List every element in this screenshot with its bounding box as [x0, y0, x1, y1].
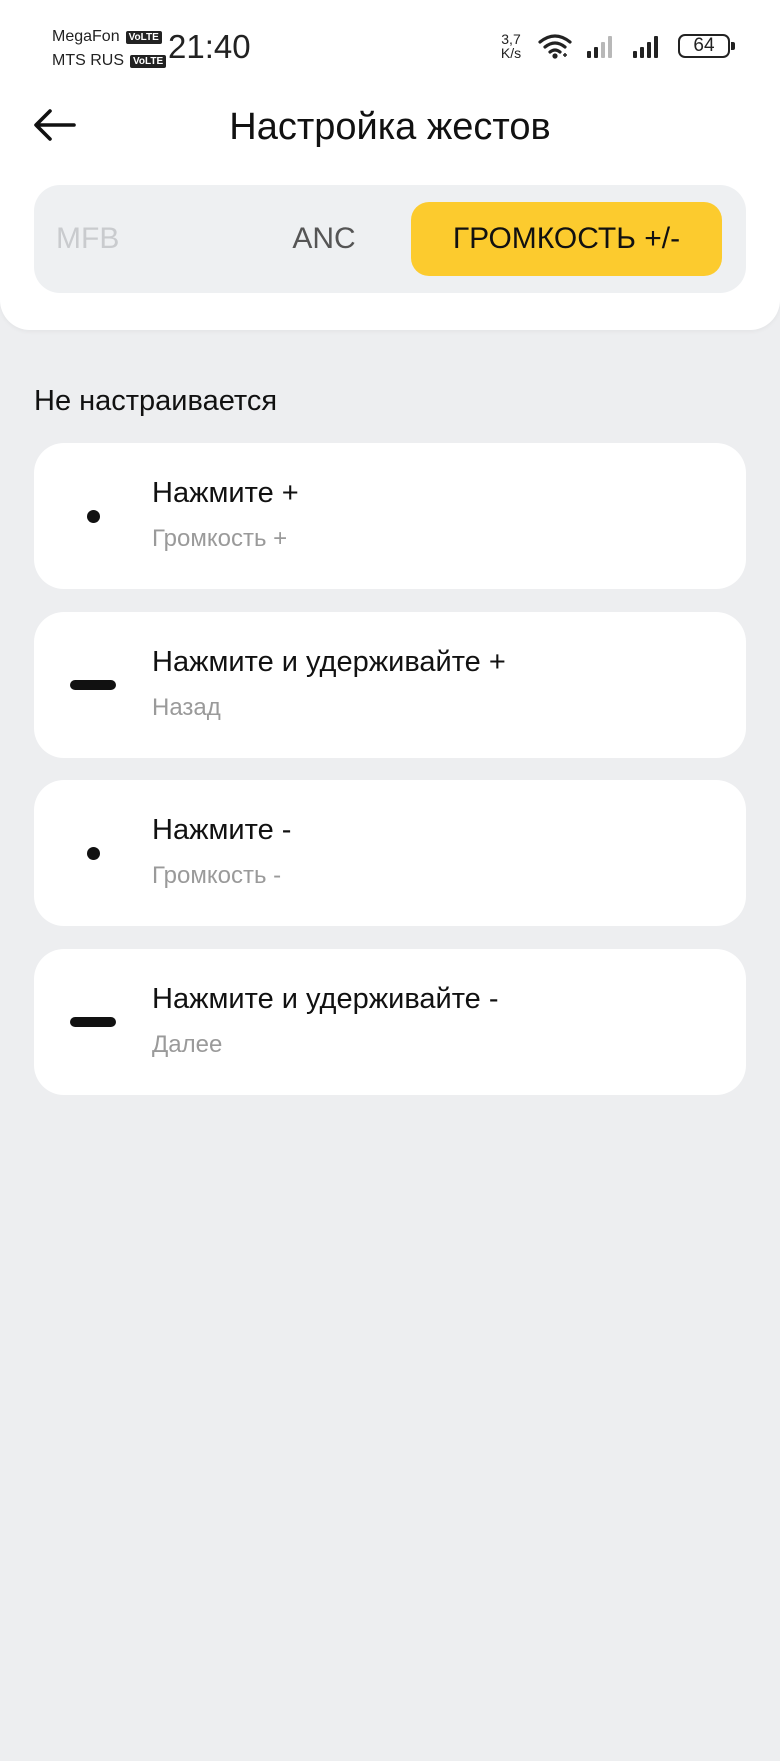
volte-badge: VoLTE	[125, 30, 162, 44]
signal-icon	[633, 36, 658, 58]
status-bar: MegaFon VoLTE MTS RUS VoLTE 21:40 3,7 K/…	[0, 0, 780, 90]
status-icons: 3,7 K/s 64	[498, 32, 735, 60]
battery-indicator: 64	[678, 34, 735, 58]
gesture-title: Нажмите -	[152, 814, 292, 846]
gesture-action: Громкость +	[152, 525, 288, 552]
gesture-card-press-plus[interactable]: Нажмите + Громкость +	[34, 443, 746, 589]
gesture-title: Нажмите и удерживайте +	[152, 646, 506, 678]
network-speed-value: 3,7	[501, 31, 521, 47]
section-title: Не настраивается	[34, 385, 278, 417]
carrier-row: MegaFon VoLTE	[52, 25, 166, 49]
dash-icon	[70, 1007, 116, 1037]
volte-badge: VoLTE	[130, 54, 167, 68]
dot-icon	[70, 838, 116, 868]
carrier-name: MegaFon	[52, 28, 120, 45]
clock: 21:40	[168, 28, 251, 65]
dash-icon	[70, 670, 116, 700]
gesture-card-hold-minus[interactable]: Нажмите и удерживайте - Далее	[34, 949, 746, 1095]
tab-mfb[interactable]: MFB	[56, 202, 168, 276]
gesture-tabs: MFB ANC ГРОМКОСТЬ +/-	[34, 185, 746, 293]
page-title: Настройка жестов	[229, 106, 551, 148]
dot-icon	[70, 501, 116, 531]
gesture-action: Громкость -	[152, 862, 282, 889]
gesture-card-press-minus[interactable]: Нажмите - Громкость -	[34, 780, 746, 926]
carrier-name: MTS RUS	[52, 52, 124, 69]
gesture-action: Назад	[152, 694, 221, 721]
tab-volume[interactable]: ГРОМКОСТЬ +/-	[411, 202, 722, 276]
network-speed-unit: K/s	[500, 45, 522, 61]
network-speed: 3,7 K/s	[498, 32, 524, 60]
gesture-title: Нажмите +	[152, 477, 299, 509]
carriers: MegaFon VoLTE MTS RUS VoLTE	[52, 25, 167, 73]
carrier-row: MTS RUS VoLTE	[52, 49, 167, 73]
gesture-card-hold-plus[interactable]: Нажмите и удерживайте + Назад	[34, 612, 746, 758]
signal-icon	[587, 36, 612, 58]
top-panel: MegaFon VoLTE MTS RUS VoLTE 21:40 3,7 K/…	[0, 0, 780, 330]
gesture-action: Далее	[152, 1031, 223, 1058]
gesture-title: Нажмите и удерживайте -	[152, 983, 499, 1015]
wifi-icon	[538, 34, 572, 59]
tab-anc[interactable]: ANC	[224, 202, 424, 276]
